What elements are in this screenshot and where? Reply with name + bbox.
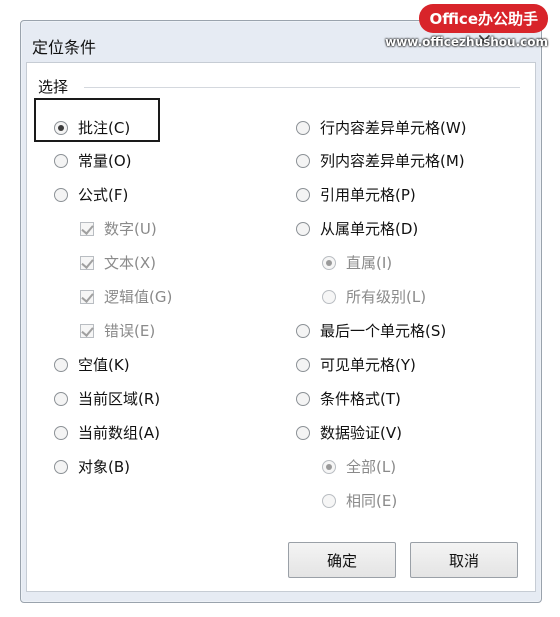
radio-icon[interactable] [296, 187, 310, 202]
radio-icon[interactable] [54, 425, 68, 440]
option-dependents[interactable]: 从属单元格(D) [296, 218, 418, 239]
option-all-levels[interactable]: 所有级别(L) [322, 286, 426, 307]
option-label: 所有级别(L) [346, 288, 427, 306]
option-objects[interactable]: 对象(B) [54, 456, 130, 477]
option-conditional-formats[interactable]: 条件格式(T) [296, 388, 401, 409]
option-label: 空值(K) [78, 356, 130, 374]
option-label: 对象(B) [78, 458, 130, 476]
radio-icon[interactable] [322, 289, 336, 304]
option-label: 批注(C) [78, 119, 131, 137]
radio-icon[interactable] [54, 187, 68, 202]
option-validation-same[interactable]: 相同(E) [322, 490, 397, 511]
option-current-array[interactable]: 当前数组(A) [54, 422, 160, 443]
option-direct-only[interactable]: 直属(I) [322, 252, 392, 273]
cancel-button[interactable]: 取消 [410, 542, 518, 578]
radio-icon[interactable] [296, 323, 310, 338]
option-label: 条件格式(T) [320, 390, 401, 408]
checkbox-icon[interactable] [80, 289, 94, 304]
radio-icon[interactable] [322, 459, 336, 474]
group-label: 选择 [36, 76, 73, 97]
radio-icon[interactable] [296, 425, 310, 440]
option-label: 最后一个单元格(S) [320, 322, 447, 340]
option-label: 直属(I) [346, 254, 393, 272]
option-row-differences[interactable]: 行内容差异单元格(W) [296, 117, 467, 138]
option-column-differences[interactable]: 列内容差异单元格(M) [296, 150, 465, 171]
watermark-url: www.officezhushou.com [385, 35, 548, 49]
option-label: 常量(O) [78, 152, 132, 170]
radio-icon[interactable] [296, 357, 310, 372]
radio-icon[interactable] [54, 153, 68, 168]
watermark-logo: Office办公助手 www.officezhushou.com [385, 4, 548, 49]
option-numbers[interactable]: 数字(U) [80, 218, 157, 239]
watermark-brand: Office办公助手 [419, 4, 548, 33]
dialog-title: 定位条件 [32, 38, 97, 57]
option-label: 可见单元格(Y) [320, 356, 416, 374]
option-label: 错误(E) [104, 322, 156, 340]
option-text[interactable]: 文本(X) [80, 252, 156, 273]
radio-icon[interactable] [296, 391, 310, 406]
radio-icon[interactable] [54, 459, 68, 474]
option-label: 当前区域(R) [78, 390, 161, 408]
option-label: 列内容差异单元格(M) [320, 152, 465, 170]
radio-icon[interactable] [322, 493, 336, 508]
option-formulas[interactable]: 公式(F) [54, 184, 128, 205]
ok-button[interactable]: 确定 [288, 542, 396, 578]
option-label: 数字(U) [104, 220, 157, 238]
option-precedents[interactable]: 引用单元格(P) [296, 184, 416, 205]
option-label: 公式(F) [78, 186, 129, 204]
checkbox-icon[interactable] [80, 221, 94, 236]
option-last-cell[interactable]: 最后一个单元格(S) [296, 320, 446, 341]
radio-icon[interactable] [54, 120, 68, 135]
option-label: 全部(L) [346, 458, 397, 476]
option-comments[interactable]: 批注(C) [54, 117, 130, 138]
option-label: 相同(E) [346, 492, 398, 510]
option-visible-cells[interactable]: 可见单元格(Y) [296, 354, 416, 375]
option-label: 从属单元格(D) [320, 220, 419, 238]
radio-icon[interactable] [296, 221, 310, 236]
option-label: 逻辑值(G) [104, 288, 173, 306]
radio-icon[interactable] [322, 255, 336, 270]
option-label: 当前数组(A) [78, 424, 160, 442]
option-label: 行内容差异单元格(W) [320, 119, 467, 137]
radio-icon[interactable] [54, 391, 68, 406]
group-divider [84, 87, 520, 88]
option-errors[interactable]: 错误(E) [80, 320, 155, 341]
option-logicals[interactable]: 逻辑值(G) [80, 286, 172, 307]
radio-icon[interactable] [296, 120, 310, 135]
option-constants[interactable]: 常量(O) [54, 150, 132, 171]
radio-icon[interactable] [296, 153, 310, 168]
option-current-region[interactable]: 当前区域(R) [54, 388, 160, 409]
option-label: 引用单元格(P) [320, 186, 416, 204]
checkbox-icon[interactable] [80, 323, 94, 338]
option-label: 数据验证(V) [320, 424, 402, 442]
checkbox-icon[interactable] [80, 255, 94, 270]
radio-icon[interactable] [54, 357, 68, 372]
option-data-validation[interactable]: 数据验证(V) [296, 422, 402, 443]
option-blanks[interactable]: 空值(K) [54, 354, 130, 375]
option-validation-all[interactable]: 全部(L) [322, 456, 396, 477]
option-label: 文本(X) [104, 254, 156, 272]
